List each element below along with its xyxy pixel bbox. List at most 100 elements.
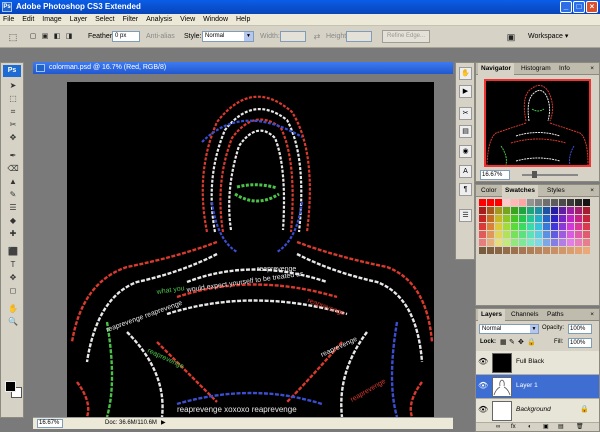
trash-icon[interactable]: 🗑	[576, 423, 584, 432]
tab-layers[interactable]: Layers	[478, 309, 505, 321]
color-swatch[interactable]	[535, 231, 542, 238]
color-swatch[interactable]	[583, 239, 590, 246]
color-swatch[interactable]	[495, 239, 502, 246]
color-swatch[interactable]	[559, 207, 566, 214]
status-menu-arrow-icon[interactable]: ▶	[161, 418, 166, 429]
close-icon[interactable]: ×	[587, 185, 597, 197]
layer-style-icon[interactable]: fx	[511, 423, 516, 432]
color-swatch[interactable]	[511, 231, 518, 238]
color-swatch[interactable]	[567, 239, 574, 246]
new-layer-icon[interactable]: ▤	[558, 423, 564, 432]
color-swatch[interactable]	[567, 215, 574, 222]
layer-row[interactable]: 👁 Layer 1	[476, 375, 599, 399]
color-swatch[interactable]	[503, 215, 510, 222]
layer-comps-icon[interactable]: ▤	[459, 125, 472, 138]
color-swatch[interactable]	[575, 215, 582, 222]
navigator-preview[interactable]	[484, 79, 591, 167]
color-swatch[interactable]	[567, 231, 574, 238]
color-swatch[interactable]	[551, 199, 558, 206]
color-swatch[interactable]	[559, 231, 566, 238]
color-swatch[interactable]	[487, 215, 494, 222]
color-swatch[interactable]	[487, 239, 494, 246]
crop-tool-icon[interactable]: ✂	[6, 120, 20, 130]
color-swatch[interactable]	[583, 231, 590, 238]
color-swatch[interactable]	[535, 215, 542, 222]
close-button[interactable]: ×	[586, 1, 598, 13]
color-swatch[interactable]	[479, 223, 486, 230]
close-icon[interactable]: ×	[587, 309, 597, 321]
color-swatch[interactable]	[487, 231, 494, 238]
height-input[interactable]	[346, 31, 372, 42]
layer-row[interactable]: 👁 Full Black	[476, 351, 599, 375]
gradient-tool-icon[interactable]: ◆	[6, 216, 20, 226]
color-swatch[interactable]	[559, 223, 566, 230]
color-swatch[interactable]	[511, 215, 518, 222]
color-swatch[interactable]	[543, 247, 550, 254]
color-swatch[interactable]	[519, 231, 526, 238]
width-input[interactable]	[280, 31, 306, 42]
tab-info[interactable]: Info	[556, 63, 573, 75]
color-swatch[interactable]	[495, 199, 502, 206]
clone-stamp-tool-icon[interactable]: ▲	[6, 177, 20, 187]
color-swatch[interactable]	[527, 247, 534, 254]
zoom-tool-icon[interactable]: 🔍	[6, 317, 20, 327]
marquee-tool-icon[interactable]: ⬚	[6, 94, 20, 104]
zoom-level-input[interactable]: 16.67%	[37, 419, 63, 428]
color-swatch[interactable]	[527, 215, 534, 222]
color-swatch[interactable]	[519, 207, 526, 214]
color-swatch[interactable]	[543, 223, 550, 230]
menu-view[interactable]: View	[177, 14, 198, 26]
color-swatch[interactable]	[503, 239, 510, 246]
paragraph-icon[interactable]: ¶	[459, 183, 472, 196]
color-swatch[interactable]	[535, 239, 542, 246]
brush-preset-icon[interactable]: ◉	[459, 145, 472, 158]
color-swatch[interactable]	[511, 207, 518, 214]
color-swatch[interactable]	[535, 247, 542, 254]
lock-all-icon[interactable]: 🔒	[527, 338, 536, 346]
brush-tool-icon[interactable]: ⌫	[6, 164, 20, 174]
menu-image[interactable]: Image	[39, 14, 64, 26]
type-tool-icon[interactable]: T	[6, 260, 20, 270]
menu-window[interactable]: Window	[200, 14, 231, 26]
color-swatch[interactable]	[503, 247, 510, 254]
eye-icon[interactable]: 👁	[478, 405, 488, 415]
color-swatch[interactable]	[479, 199, 486, 206]
color-swatch[interactable]	[487, 247, 494, 254]
tab-color[interactable]: Color	[478, 185, 500, 197]
color-swatch[interactable]	[511, 223, 518, 230]
color-swatch[interactable]	[583, 223, 590, 230]
color-swatch[interactable]	[479, 239, 486, 246]
color-swatch[interactable]	[487, 223, 494, 230]
color-swatch[interactable]	[551, 207, 558, 214]
navigator-zoom-slider[interactable]	[522, 174, 578, 176]
color-swatch[interactable]	[543, 231, 550, 238]
swatch-grid[interactable]	[479, 199, 597, 255]
refine-edge-button[interactable]: Refine Edge...	[382, 30, 431, 43]
color-swatch[interactable]	[583, 215, 590, 222]
eye-icon[interactable]: 👁	[478, 357, 488, 367]
color-swatch[interactable]	[543, 207, 550, 214]
tab-navigator[interactable]: Navigator	[478, 63, 514, 75]
color-swatch[interactable]	[479, 215, 486, 222]
feather-input[interactable]: 0 px	[112, 31, 140, 42]
pen-tool-icon[interactable]: ⬛	[6, 247, 20, 257]
color-swatch[interactable]	[479, 247, 486, 254]
color-swatch[interactable]	[527, 207, 534, 214]
lock-pixels-icon[interactable]: ✎	[509, 338, 515, 346]
shape-tool-icon[interactable]: ◻	[6, 286, 20, 296]
anti-alias-checkbox[interactable]: Anti-alias	[146, 31, 175, 43]
menu-help[interactable]: Help	[233, 14, 253, 26]
color-swatch[interactable]	[551, 231, 558, 238]
hand-icon[interactable]: ✋	[459, 67, 472, 80]
style-select[interactable]: Normal ▼	[202, 31, 254, 42]
color-swatch[interactable]	[551, 223, 558, 230]
color-swatch[interactable]	[519, 199, 526, 206]
color-swatch[interactable]	[543, 239, 550, 246]
tab-swatches[interactable]: Swatches	[502, 185, 538, 197]
healing-brush-tool-icon[interactable]: ✒	[6, 151, 20, 161]
color-swatch[interactable]	[535, 199, 542, 206]
color-swatch[interactable]	[519, 215, 526, 222]
menu-edit[interactable]: Edit	[19, 14, 37, 26]
tab-paths[interactable]: Paths	[544, 309, 567, 321]
color-swatch[interactable]	[543, 199, 550, 206]
